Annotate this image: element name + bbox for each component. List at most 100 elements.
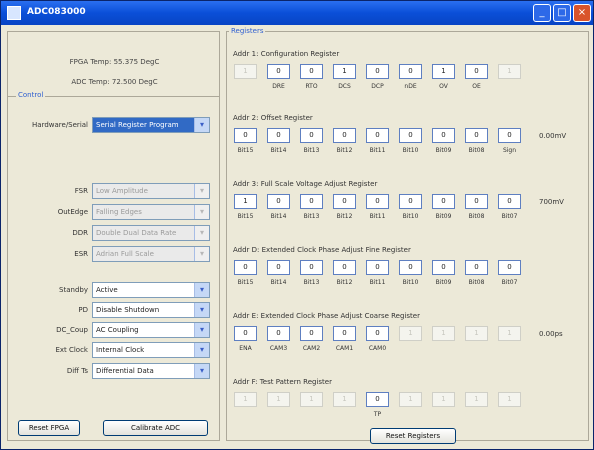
register-bit[interactable]: 0: [432, 194, 455, 209]
register-bit[interactable]: 0: [333, 194, 356, 209]
register-bit[interactable]: 0: [366, 326, 389, 341]
register-bit[interactable]: 0: [366, 128, 389, 143]
chevron-down-icon[interactable]: ▾: [194, 343, 209, 357]
register-bit-label: Bit07: [501, 213, 518, 220]
chevron-down-icon[interactable]: ▾: [194, 364, 209, 378]
register-bit[interactable]: 0: [333, 326, 356, 341]
chevron-down-icon[interactable]: ▾: [194, 323, 209, 337]
register-bit-label: CAM1: [335, 345, 354, 352]
control-combo-6[interactable]: Disable Shutdown ▾: [92, 302, 210, 318]
register-bit[interactable]: 0: [465, 128, 488, 143]
register-bit-label: Bit10: [402, 279, 419, 286]
register-bit-label: Bit12: [336, 213, 353, 220]
register-bit: 1: [399, 326, 422, 341]
register-bit[interactable]: 0: [465, 64, 488, 79]
register-bit[interactable]: 0: [267, 128, 290, 143]
register-bit[interactable]: 0: [333, 260, 356, 275]
control-combo-value: Falling Edges: [96, 208, 142, 216]
register-bit-label: Bit10: [402, 213, 419, 220]
register-bit[interactable]: 0: [498, 128, 521, 143]
register-bit[interactable]: 0: [432, 128, 455, 143]
register-bit[interactable]: 0: [465, 194, 488, 209]
register-bit-label: OV: [439, 83, 448, 90]
register-bit[interactable]: 0: [267, 260, 290, 275]
chevron-down-icon[interactable]: ▾: [194, 303, 209, 317]
minimize-button[interactable]: _: [533, 4, 551, 22]
register-bit-label: Bit12: [336, 147, 353, 154]
control-combo-7[interactable]: AC Coupling ▾: [92, 322, 210, 338]
register-bit-label: Bit13: [303, 279, 320, 286]
control-combo-value: AC Coupling: [96, 326, 139, 334]
control-combo-0[interactable]: Serial Register Program ▾: [92, 117, 210, 133]
register-bit-label: Bit12: [336, 279, 353, 286]
control-label-8: Ext Clock: [55, 346, 88, 354]
registers-title: Registers: [229, 27, 266, 35]
register-bit[interactable]: 0: [267, 194, 290, 209]
register-bit[interactable]: 0: [234, 326, 257, 341]
control-combo-5[interactable]: Active ▾: [92, 282, 210, 298]
control-combo-3: Double Dual Data Rate ▾: [92, 225, 210, 241]
register-bit[interactable]: 0: [465, 260, 488, 275]
register-bit-label: Bit13: [303, 213, 320, 220]
control-combo-value: Disable Shutdown: [96, 306, 160, 314]
register-bit[interactable]: 0: [399, 128, 422, 143]
register-bit-label: CAM3: [269, 345, 288, 352]
register-bit: 1: [267, 392, 290, 407]
control-label-4: ESR: [74, 250, 88, 258]
register-bit[interactable]: 0: [234, 128, 257, 143]
reset-fpga-button[interactable]: Reset FPGA: [18, 420, 80, 436]
control-label-6: PD: [78, 306, 88, 314]
register-bit-label: Bit13: [303, 147, 320, 154]
register-bit-label: Bit14: [270, 213, 287, 220]
register-bit-label: Bit08: [468, 213, 485, 220]
chevron-down-icon[interactable]: ▾: [194, 118, 209, 132]
register-bit[interactable]: 1: [432, 64, 455, 79]
control-label-1: FSR: [74, 187, 88, 195]
register-bit[interactable]: 0: [399, 260, 422, 275]
control-label-0: Hardware/Serial: [32, 121, 88, 129]
chevron-down-icon: ▾: [194, 184, 209, 198]
register-bit[interactable]: 0: [267, 326, 290, 341]
register-bit[interactable]: 0: [498, 260, 521, 275]
register-bit-label: Bit08: [468, 279, 485, 286]
reset-registers-button[interactable]: Reset Registers: [370, 428, 456, 444]
register-bit[interactable]: 0: [267, 64, 290, 79]
register-unit: 0.00mV: [539, 132, 567, 140]
register-bit-label: Bit08: [468, 147, 485, 154]
control-combo-8[interactable]: Internal Clock ▾: [92, 342, 210, 358]
window-title: ADC083000: [27, 7, 86, 17]
register-bit[interactable]: 0: [399, 194, 422, 209]
register-bit: 1: [399, 392, 422, 407]
register-bit[interactable]: 0: [300, 260, 323, 275]
register-bit[interactable]: 0: [300, 194, 323, 209]
register-bit[interactable]: 0: [333, 128, 356, 143]
register-bit[interactable]: 0: [432, 260, 455, 275]
control-combo-value: Adrian Full Scale: [96, 250, 154, 258]
register-bit[interactable]: 0: [300, 326, 323, 341]
calibrate-adc-button[interactable]: Calibrate ADC: [103, 420, 208, 436]
register-bit[interactable]: 0: [300, 128, 323, 143]
register-title-1: Addr 2: Offset Register: [233, 114, 313, 122]
control-combo-9[interactable]: Differential Data ▾: [92, 363, 210, 379]
register-bit[interactable]: 1: [333, 64, 356, 79]
register-bit[interactable]: 0: [498, 194, 521, 209]
register-bit[interactable]: 1: [234, 194, 257, 209]
register-bit[interactable]: 0: [366, 194, 389, 209]
title-bar[interactable]: ADC083000 _ □ ×: [1, 1, 593, 25]
control-combo-value: Double Dual Data Rate: [96, 229, 177, 237]
register-bit[interactable]: 0: [399, 64, 422, 79]
register-bit[interactable]: 0: [366, 392, 389, 407]
register-bit[interactable]: 0: [366, 260, 389, 275]
register-bit[interactable]: 0: [366, 64, 389, 79]
close-button[interactable]: ×: [573, 4, 591, 22]
register-bit: 1: [498, 392, 521, 407]
register-bit-label: Bit11: [369, 213, 386, 220]
register-bit-label: RTO: [305, 83, 318, 90]
register-bit[interactable]: 0: [300, 64, 323, 79]
register-bit[interactable]: 0: [234, 260, 257, 275]
chevron-down-icon[interactable]: ▾: [194, 283, 209, 297]
register-bit-label: ENA: [239, 345, 252, 352]
control-combo-value: Active: [96, 286, 118, 294]
maximize-button[interactable]: □: [553, 4, 571, 22]
left-panel: FPGA Temp: 55.375 DegC ADC Temp: 72.500 …: [7, 31, 220, 441]
